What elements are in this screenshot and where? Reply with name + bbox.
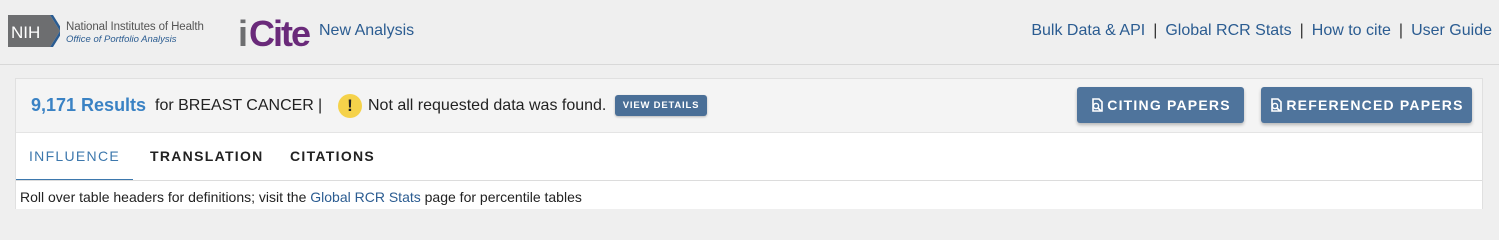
view-details-button[interactable]: VIEW DETAILS xyxy=(615,95,707,116)
nih-logo[interactable]: NIH xyxy=(8,15,60,47)
nav-bulk-data-api[interactable]: Bulk Data & API xyxy=(1031,22,1145,40)
global-rcr-stats-link[interactable]: Global RCR Stats xyxy=(310,189,420,205)
svg-text:i: i xyxy=(238,13,246,51)
table-hint: Roll over table headers for definitions;… xyxy=(20,189,582,205)
referenced-papers-label: REFERENCED PAPERS xyxy=(1286,97,1464,113)
citing-papers-label: CITING PAPERS xyxy=(1107,97,1231,113)
nih-logo-text: NIH xyxy=(11,23,40,42)
nav-how-to-cite[interactable]: How to cite xyxy=(1312,22,1391,40)
nav-separator: | xyxy=(1153,22,1158,39)
hint-text-before: Roll over table headers for definitions;… xyxy=(20,189,311,205)
citing-papers-button[interactable]: CITING PAPERS xyxy=(1077,87,1244,123)
papers-icon xyxy=(1271,98,1283,112)
nih-name: National Institutes of Health xyxy=(66,21,204,33)
nih-wordmark: National Institutes of Health Office of … xyxy=(66,21,204,45)
nav-separator: | xyxy=(1299,22,1304,39)
warning-text: Not all requested data was found. xyxy=(368,97,607,114)
nav-global-rcr-stats[interactable]: Global RCR Stats xyxy=(1165,22,1291,40)
tab-citations[interactable]: CITATIONS xyxy=(290,133,375,180)
tab-translation[interactable]: TRANSLATION xyxy=(150,133,264,180)
tabs-divider xyxy=(16,180,1482,181)
results-header: 9,171 Results for BREAST CANCER | ! Not … xyxy=(16,79,1482,133)
top-nav: Bulk Data & API | Global RCR Stats | How… xyxy=(1031,22,1492,40)
top-header: NIH National Institutes of Health Office… xyxy=(0,0,1499,65)
nav-user-guide[interactable]: User Guide xyxy=(1411,22,1492,40)
nav-separator: | xyxy=(1398,22,1404,39)
tab-influence[interactable]: INFLUENCE xyxy=(16,133,133,181)
results-count: 9,171 Results xyxy=(31,95,147,115)
new-analysis-link[interactable]: New Analysis xyxy=(319,22,414,40)
results-separator: | xyxy=(318,97,323,114)
papers-icon xyxy=(1092,98,1104,112)
nih-office: Office of Portfolio Analysis xyxy=(66,34,177,45)
metric-tabs: INFLUENCE TRANSLATION CITATIONS xyxy=(16,133,1482,181)
hint-text-after: page for percentile tables xyxy=(420,189,582,205)
results-query: for BREAST CANCER xyxy=(155,97,314,114)
referenced-papers-button[interactable]: REFERENCED PAPERS xyxy=(1261,87,1472,123)
exclamation-icon: ! xyxy=(338,94,362,118)
results-card: 9,171 Results for BREAST CANCER | ! Not … xyxy=(15,78,1483,209)
svg-text:Cite: Cite xyxy=(249,13,310,51)
icite-logo[interactable]: i Cite xyxy=(238,13,312,51)
